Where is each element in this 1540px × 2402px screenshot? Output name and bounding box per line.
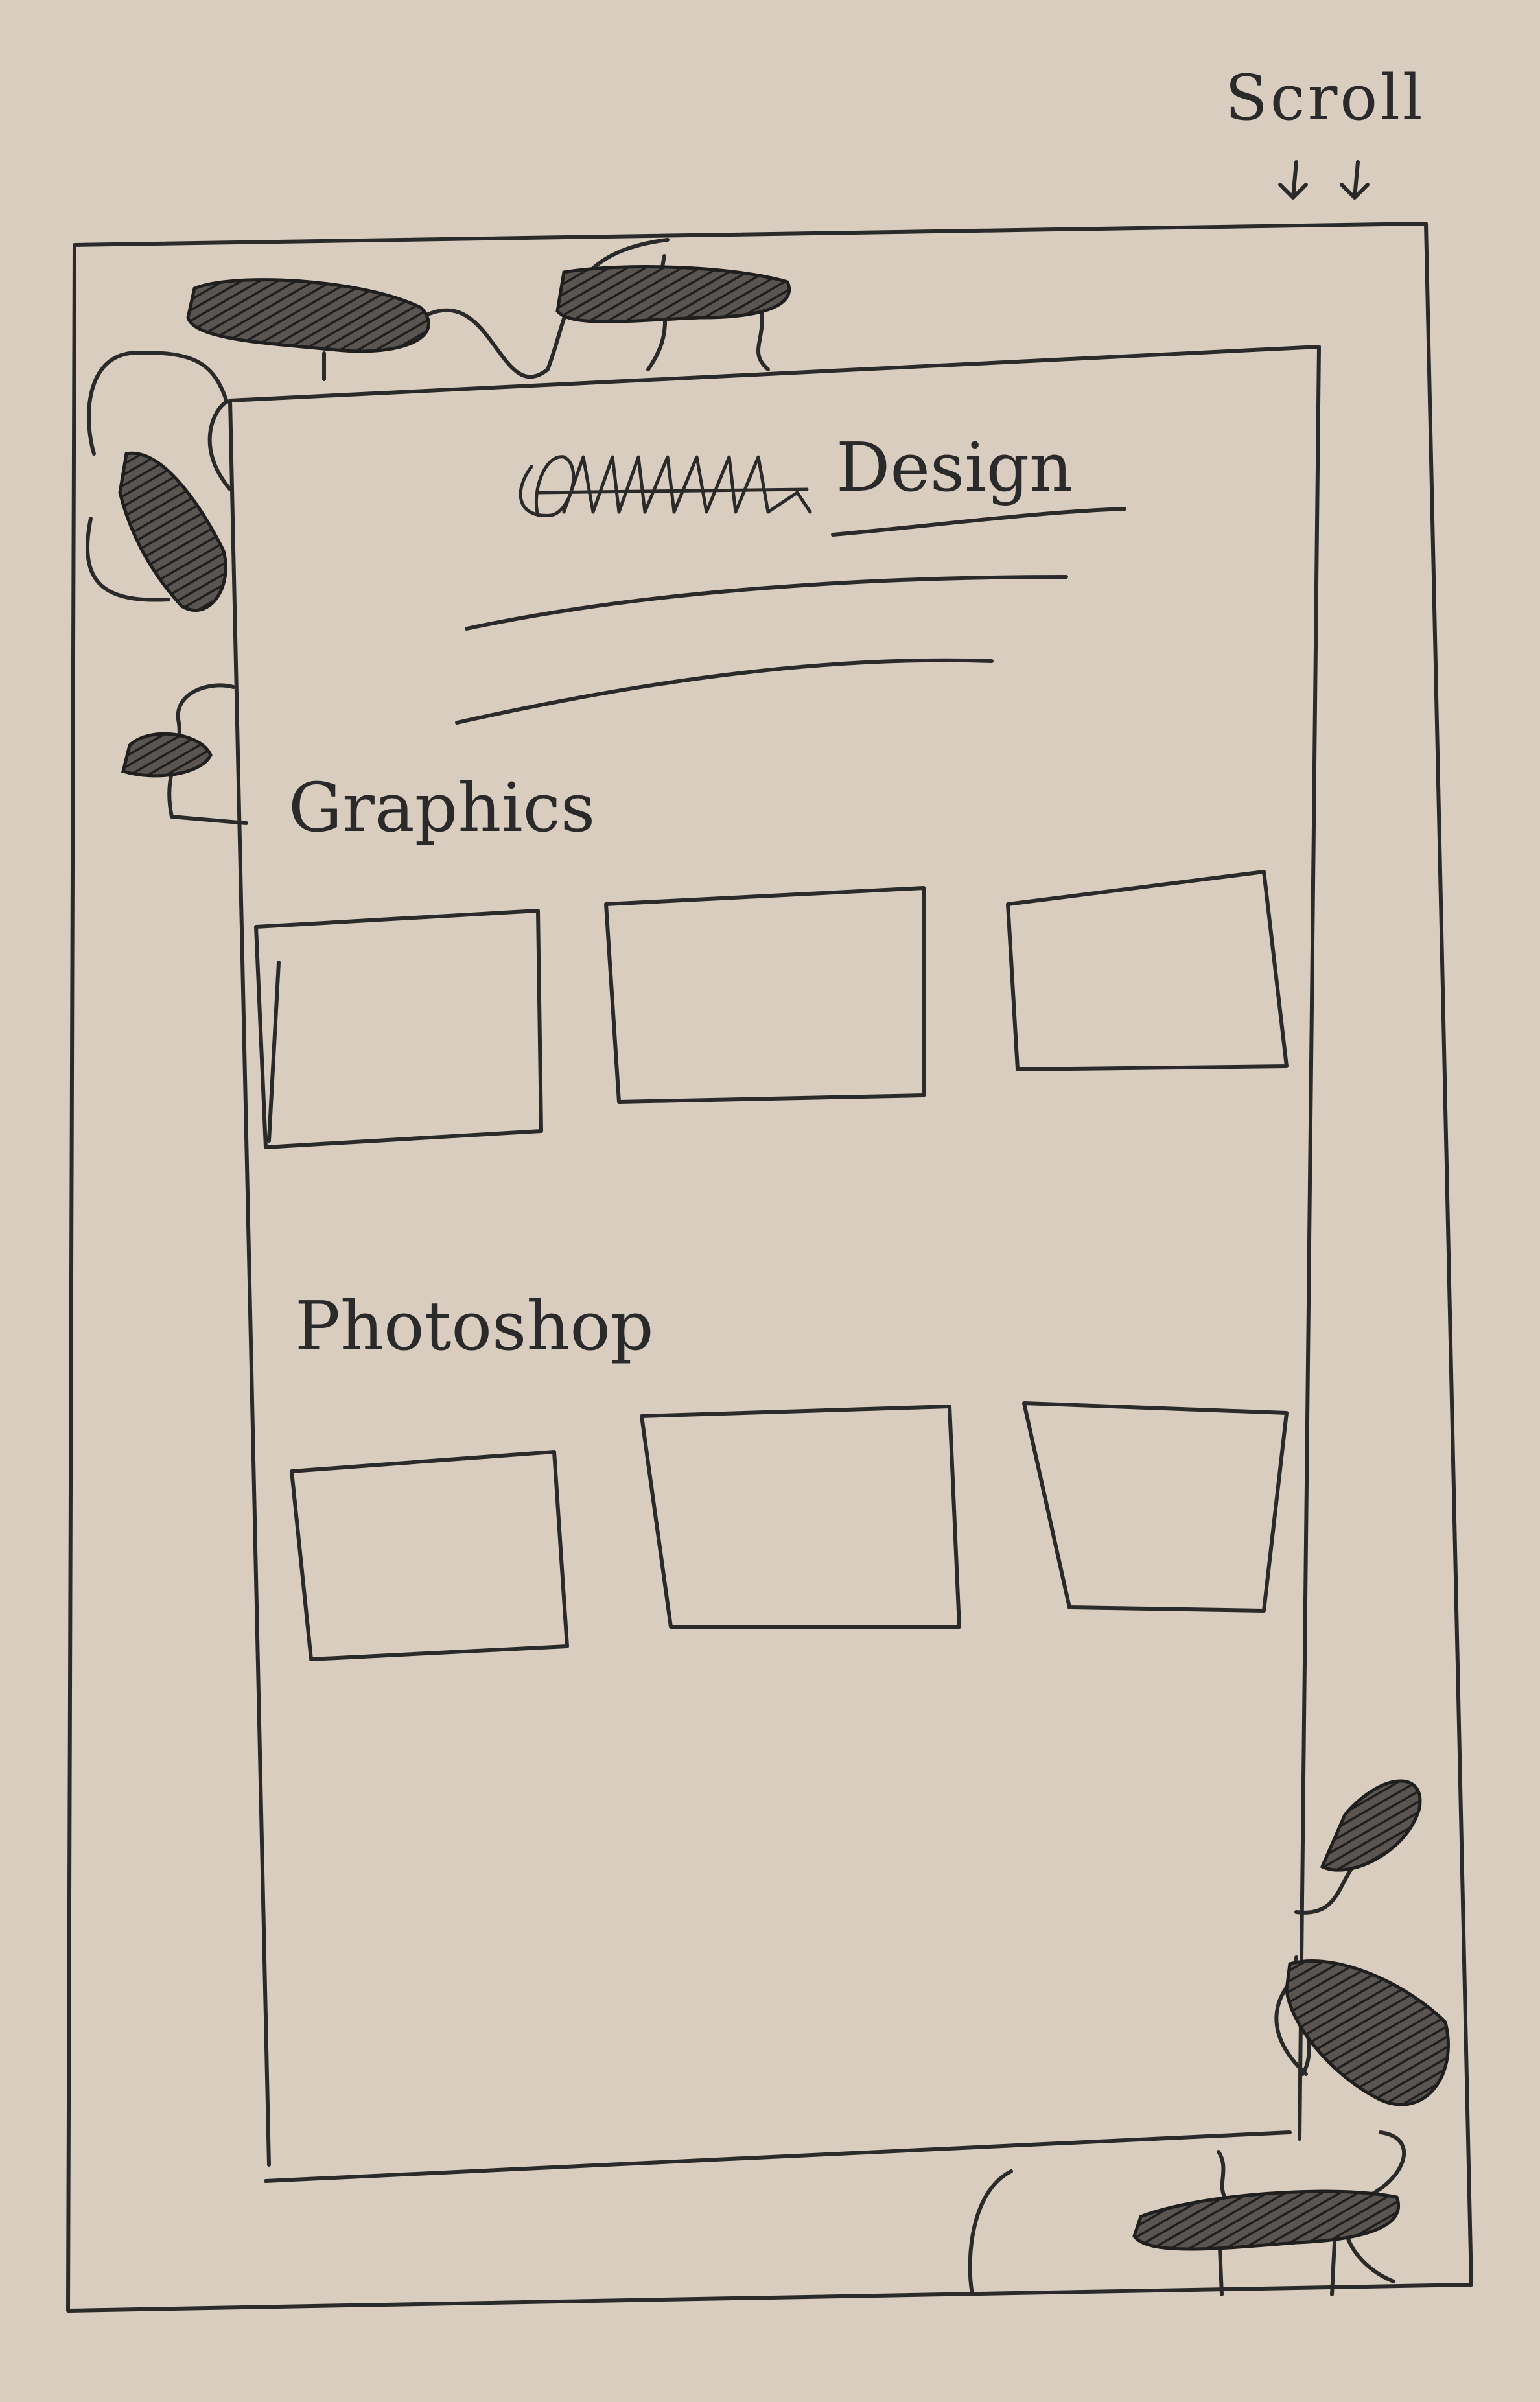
page-title: Design	[836, 428, 1073, 507]
title-underline	[831, 507, 1126, 537]
photoshop-thumbnail[interactable]	[290, 1450, 569, 1661]
subtitle-line	[455, 658, 994, 725]
top-nav-scribble-icon[interactable]	[186, 278, 430, 353]
graphics-thumbnail[interactable]	[604, 886, 926, 1104]
corner-scribble-icon[interactable]	[1285, 1959, 1450, 2106]
photoshop-thumbnail[interactable]	[640, 1405, 961, 1629]
scroll-arrows-icon	[1278, 160, 1370, 200]
photoshop-thumbnail[interactable]	[1022, 1401, 1289, 1613]
scribbled-out-word	[519, 455, 812, 517]
top-nav-scribble-icon[interactable]	[555, 265, 791, 323]
content-panel[interactable]	[228, 345, 1321, 2183]
side-nav-scribble-icon[interactable]	[118, 451, 228, 612]
subtitle-line	[465, 575, 1068, 631]
outer-frame	[66, 222, 1473, 2313]
graphics-thumbnail[interactable]	[254, 909, 543, 1149]
corner-scribble-icon[interactable]	[1132, 2189, 1401, 2251]
graphics-thumbnails	[254, 870, 1289, 1149]
wireframe-sketch	[66, 160, 1473, 2313]
photoshop-thumbnails	[290, 1401, 1289, 1661]
scroll-annotation: Scroll	[1225, 62, 1425, 134]
section-heading-graphics: Graphics	[288, 768, 596, 847]
graphics-thumbnail[interactable]	[1006, 870, 1289, 1071]
side-nav-scribble-icon[interactable]	[121, 732, 213, 778]
corner-scribble-icon[interactable]	[1320, 1779, 1422, 1872]
section-heading-photoshop: Photoshop	[295, 1287, 654, 1366]
